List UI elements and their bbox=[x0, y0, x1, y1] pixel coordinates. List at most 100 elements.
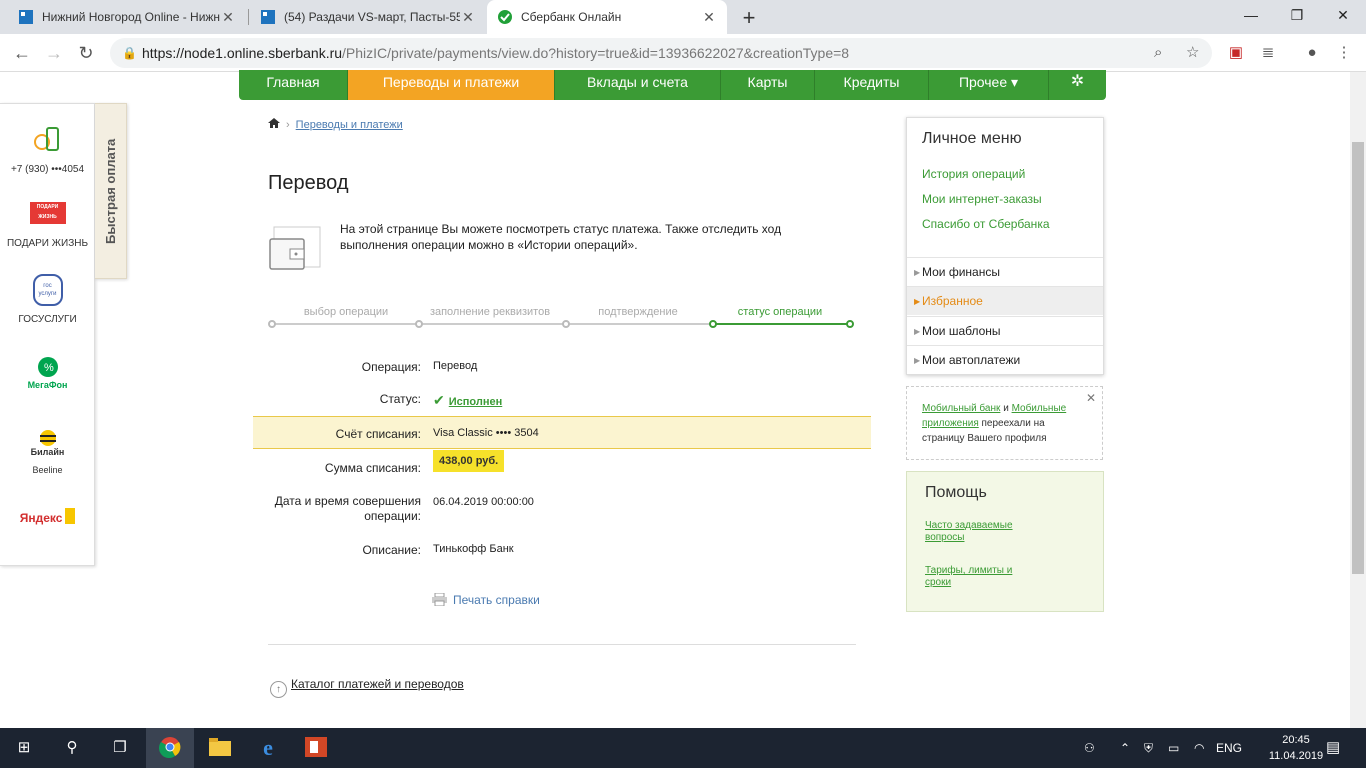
nav-main[interactable]: Главная bbox=[239, 70, 348, 100]
notifications-icon[interactable]: ▤ bbox=[1326, 728, 1340, 768]
status-value[interactable]: Исполнен bbox=[449, 396, 503, 408]
status-label: Статус: bbox=[379, 392, 421, 406]
security-icon[interactable]: ⛨ bbox=[1144, 728, 1153, 768]
arrow-right-icon: ▶ bbox=[914, 356, 921, 365]
edge-icon[interactable]: e bbox=[244, 728, 292, 768]
quick-pay-phone[interactable]: +7 (930) •••4054 bbox=[0, 126, 95, 175]
close-tab-icon[interactable]: ✕ bbox=[460, 9, 476, 26]
quick-pay-megafon[interactable]: % МегаФон bbox=[0, 356, 95, 390]
file-explorer-icon[interactable] bbox=[196, 728, 244, 768]
battery-icon[interactable]: ▭ bbox=[1168, 728, 1179, 768]
people-icon[interactable]: ⚇ bbox=[1084, 728, 1095, 768]
quick-pay-beeline[interactable]: Билайн Beeline bbox=[0, 429, 95, 475]
fast-pay-tab[interactable]: Быстрая оплата bbox=[95, 103, 127, 279]
divider bbox=[268, 644, 856, 645]
detail-row-description: Описание: Тинькофф Банк bbox=[253, 543, 871, 563]
page-scrollbar[interactable] bbox=[1350, 72, 1366, 728]
phone-number-label: +7 (930) •••4054 bbox=[10, 164, 85, 175]
description-label: Описание: bbox=[362, 543, 421, 557]
operation-label: Операция: bbox=[361, 360, 421, 374]
menu-kebab-icon[interactable]: ⋮ bbox=[1334, 43, 1354, 63]
nav-deposits[interactable]: Вклады и счета bbox=[555, 70, 721, 100]
windows-start-icon[interactable]: ⊞ bbox=[0, 728, 48, 768]
breadcrumb-link-transfers[interactable]: Переводы и платежи bbox=[296, 119, 403, 131]
scrollbar-thumb[interactable] bbox=[1352, 142, 1364, 574]
podari-zhizn-label: ПОДАРИ ЖИЗНЬ bbox=[6, 238, 89, 249]
mobile-bank-link[interactable]: Мобильный банк bbox=[922, 403, 1000, 414]
close-icon[interactable]: ✕ bbox=[1086, 391, 1096, 406]
reader-icon[interactable]: ≣ bbox=[1258, 43, 1278, 63]
language-indicator[interactable]: ENG bbox=[1216, 728, 1242, 768]
faq-link[interactable]: Часто задаваемые вопросы bbox=[925, 520, 1035, 544]
print-receipt-label: Печать справки bbox=[453, 593, 540, 607]
chrome-taskbar-icon[interactable] bbox=[146, 728, 194, 768]
detail-row-amount: Сумма списания: 438,00 руб. bbox=[253, 450, 871, 484]
close-tab-icon[interactable]: ✕ bbox=[701, 9, 717, 26]
settings-gear-icon[interactable]: ✲ bbox=[1049, 70, 1106, 100]
gosuslugi-logo: гос услуги bbox=[32, 274, 63, 306]
step-dot bbox=[415, 320, 423, 328]
nav-credits[interactable]: Кредиты bbox=[815, 70, 929, 100]
url-host: https://node1.online.sberbank.ru bbox=[142, 45, 343, 61]
reload-icon[interactable]: ↻ bbox=[74, 41, 98, 65]
lock-icon: 🔒 bbox=[122, 46, 137, 60]
network-icon[interactable]: ◠ bbox=[1194, 728, 1204, 768]
detail-row-status: Статус: ✔ Исполнен bbox=[253, 392, 871, 412]
date-value: 06.04.2019 00:00:00 bbox=[433, 496, 534, 508]
mobile-phone-icon bbox=[33, 127, 59, 151]
powerpoint-icon[interactable] bbox=[292, 728, 340, 768]
address-bar[interactable]: 🔒 https://node1.online.sberbank.ru/PhizI… bbox=[110, 38, 1212, 68]
progress-steps: выбор операции заполнение реквизитов под… bbox=[268, 306, 854, 330]
extension-icon[interactable]: ▣ bbox=[1226, 43, 1246, 63]
zoom-icon[interactable]: ⌕ bbox=[1154, 38, 1162, 68]
print-receipt-link[interactable]: Печать справки bbox=[432, 593, 540, 607]
nav-other[interactable]: Прочее ▾ bbox=[929, 70, 1049, 100]
profile-notice: ✕ Мобильный банк и Мобильные приложения … bbox=[906, 386, 1103, 460]
spasibo-link[interactable]: Спасибо от Сбербанка bbox=[922, 217, 1050, 231]
show-hidden-icons[interactable]: ⌃ bbox=[1120, 728, 1130, 768]
forward-arrow-icon[interactable]: → bbox=[42, 41, 66, 65]
personal-menu-title: Личное меню bbox=[922, 130, 1022, 147]
minimize-button[interactable]: — bbox=[1228, 0, 1274, 30]
check-icon: ✔ bbox=[433, 392, 445, 408]
arrow-right-icon: ▶ bbox=[914, 268, 921, 277]
tariffs-link[interactable]: Тарифы, лимиты и сроки bbox=[925, 565, 1035, 589]
quick-pay-podari-zhizn[interactable]: ПОДАРИ ЖИЗНЬ ПОДАРИ ЖИЗНЬ bbox=[0, 202, 95, 249]
amount-label: Сумма списания: bbox=[324, 461, 421, 475]
internet-orders-link[interactable]: Мои интернет-заказы bbox=[922, 192, 1042, 206]
task-view-icon[interactable]: ❐ bbox=[96, 728, 144, 768]
amount-value: 438,00 руб. bbox=[433, 450, 505, 472]
home-icon[interactable] bbox=[268, 117, 280, 129]
search-icon[interactable]: ⚲ bbox=[48, 728, 96, 768]
yandex-logo-text: Яндекс bbox=[19, 511, 63, 525]
date-label: Дата и время совершения операции: bbox=[274, 494, 421, 523]
close-window-button[interactable]: ✕ bbox=[1320, 0, 1366, 30]
detail-row-operation: Операция: Перевод bbox=[253, 360, 871, 380]
close-tab-icon[interactable]: ✕ bbox=[220, 9, 236, 26]
intro-text: На этой странице Вы можете посмотреть ст… bbox=[340, 222, 782, 252]
nav-transfers[interactable]: Переводы и платежи bbox=[348, 70, 555, 100]
account-avatar-icon[interactable]: ● bbox=[1302, 43, 1322, 63]
history-link[interactable]: История операций bbox=[922, 167, 1025, 181]
beeline-icon bbox=[39, 430, 56, 446]
catalog-link[interactable]: ↑ Каталог платежей и переводов bbox=[270, 677, 464, 698]
nav-cards[interactable]: Карты bbox=[721, 70, 815, 100]
quick-pay-gosuslugi[interactable]: гос услуги ГОСУСЛУГИ bbox=[0, 274, 95, 325]
menu-section-templates[interactable]: ▶ Мои шаблоны bbox=[907, 316, 1103, 345]
megafon-logo-text: МегаФон bbox=[27, 380, 68, 390]
browser-tab[interactable]: (54) Раздачи VS-март, Пасты-55 ✕ bbox=[250, 0, 486, 34]
new-tab-button[interactable]: + bbox=[737, 5, 761, 31]
step-label: подтверждение bbox=[598, 306, 678, 318]
browser-tab[interactable]: Нижний Новгород Online - Нижний ✕ bbox=[8, 0, 246, 34]
svg-text:%: % bbox=[44, 362, 54, 374]
menu-section-autopayments[interactable]: ▶ Мои автоплатежи bbox=[907, 345, 1103, 374]
quick-pay-yandex[interactable]: Яндекс bbox=[0, 508, 95, 525]
browser-tab-active[interactable]: Сбербанк Онлайн ✕ bbox=[487, 0, 727, 34]
bookmark-star-icon[interactable]: ☆ bbox=[1186, 38, 1199, 68]
clock[interactable]: 20:45 11.04.2019 bbox=[1268, 732, 1324, 764]
back-arrow-icon[interactable]: ← bbox=[10, 41, 34, 65]
catalog-label: Каталог платежей и переводов bbox=[291, 677, 464, 691]
menu-section-favorites[interactable]: ▶ Избранное bbox=[907, 286, 1103, 315]
maximize-button[interactable]: ❐ bbox=[1274, 0, 1320, 30]
menu-section-finances[interactable]: ▶ Мои финансы bbox=[907, 257, 1103, 286]
